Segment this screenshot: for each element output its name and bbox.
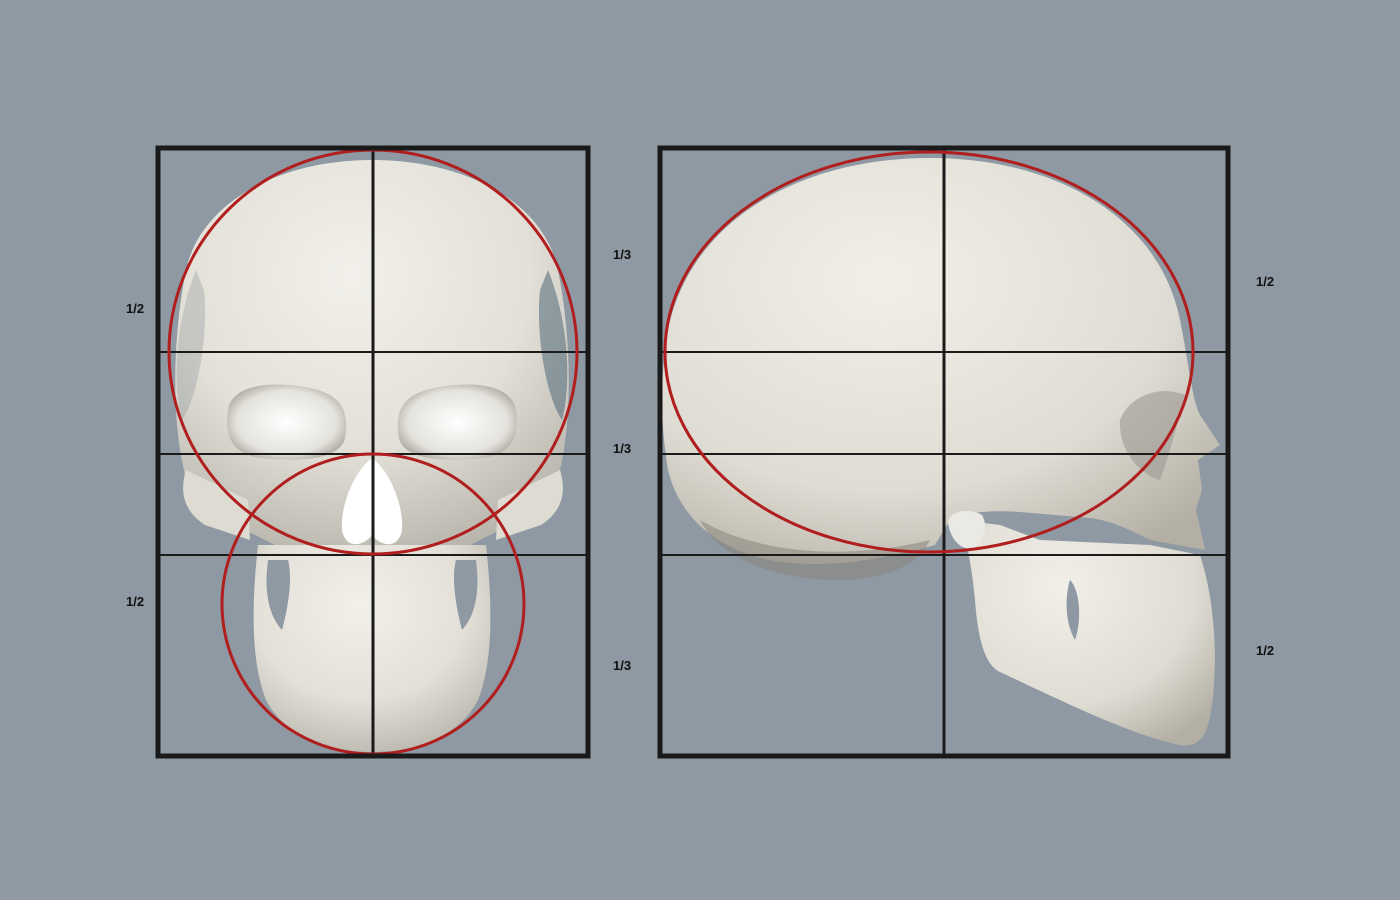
side-label-lower-half: 1/2 [1256,643,1274,658]
thirds-label-bottom: 1/3 [613,658,631,673]
side-label-upper-half: 1/2 [1256,274,1274,289]
front-eye-socket-left [227,384,347,460]
side-condyle [948,510,986,549]
side-mandible [960,520,1215,746]
side-view: 1/2 1/2 [657,145,1274,759]
side-skull-illustration [662,158,1220,746]
thirds-label-top: 1/3 [613,247,631,262]
thirds-label-middle: 1/3 [613,441,631,456]
front-label-upper-half: 1/2 [126,301,144,316]
front-label-lower-half: 1/2 [126,594,144,609]
skull-proportion-diagram: 1/2 1/2 1/3 1/3 1/3 1/2 1/2 [126,145,1274,759]
front-eye-socket-right [397,384,517,460]
front-view: 1/2 1/2 [126,145,591,759]
side-cranium [662,158,1220,565]
thirds-labels: 1/3 1/3 1/3 [613,247,631,673]
